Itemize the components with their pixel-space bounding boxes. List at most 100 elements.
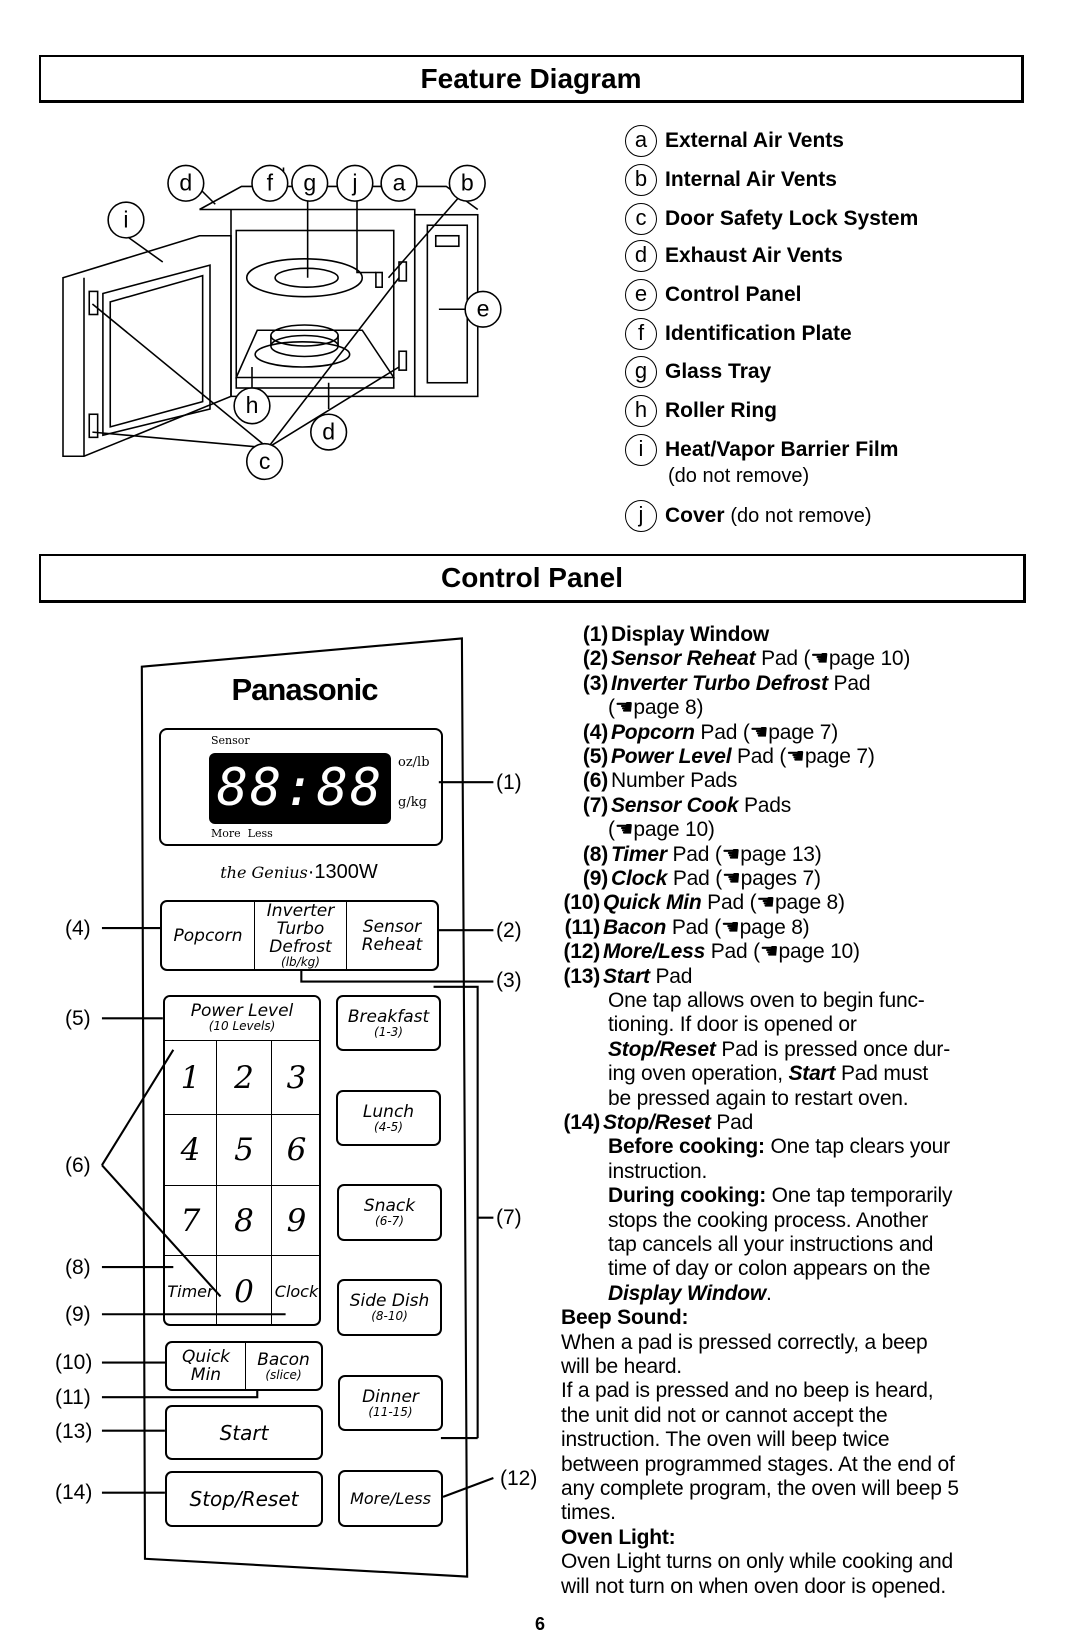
inverter-turbo-defrost-pad[interactable]: Inverter Turbo Defrost (lb/kg)	[255, 902, 347, 969]
breakfast-pad[interactable]: Breakfast (1-3)	[336, 995, 441, 1051]
callout-g: g	[303, 170, 316, 196]
number-pad-group: Power Level (10 Levels) 1 2 3 4 5 6 7 8 9 Timer 0 Cl…	[163, 995, 321, 1326]
number-pad-9[interactable]: 9	[272, 1186, 319, 1256]
text-line: Before cooking: One tap clears your	[608, 1135, 950, 1159]
control-panel-header: Control Panel	[39, 554, 1026, 603]
text-line: (☚page 8)	[608, 696, 704, 720]
callout-f: f	[267, 170, 274, 196]
description-item: (11) Bacon Pad (☚page 8)	[564, 915, 810, 939]
text-line: the unit did not or cannot accept the	[561, 1403, 888, 1427]
callout-c: c	[259, 448, 271, 474]
text-line: tap cancels all your instructions and	[608, 1233, 934, 1256]
timer-pad[interactable]: Timer	[165, 1256, 217, 1324]
legend-item: b Internal Air Vents	[625, 164, 837, 196]
stop-reset-pad[interactable]: Stop/Reset	[165, 1471, 323, 1527]
callout-j: j	[351, 170, 357, 196]
lunch-pad[interactable]: Lunch (4-5)	[336, 1090, 441, 1146]
callout-1: (1)	[496, 771, 522, 794]
callout-14: (14)	[55, 1481, 93, 1504]
legend-note: (do not remove)	[668, 465, 810, 487]
callout-9: (9)	[65, 1303, 91, 1326]
callout-e: e	[477, 296, 490, 322]
oven-light-heading: Oven Light:	[561, 1525, 676, 1549]
callout-d-bottom: d	[322, 418, 335, 444]
number-pad-1[interactable]: 1	[165, 1041, 217, 1115]
text-line: When a pad is pressed correctly, a beep	[561, 1330, 928, 1354]
number-pad-6[interactable]: 6	[272, 1115, 319, 1186]
text-line: (☚page 10)	[608, 818, 715, 842]
text-line: One tap allows oven to begin func-	[608, 989, 925, 1012]
feature-diagram-header: Feature Diagram	[39, 55, 1024, 103]
number-pad-4[interactable]: 4	[165, 1115, 217, 1186]
number-pad-5[interactable]: 5	[217, 1115, 272, 1186]
sensor-reheat-pad[interactable]: Sensor Reheat	[347, 902, 437, 969]
side-dish-pad[interactable]: Side Dish (8-10)	[337, 1279, 442, 1336]
text-line: stops the cooking process. Another	[608, 1208, 929, 1232]
number-pad-2[interactable]: 2	[217, 1041, 272, 1115]
legend-item: h Roller Ring	[625, 395, 777, 427]
snack-pad[interactable]: Snack (6-7)	[337, 1184, 442, 1241]
callout-7: (7)	[496, 1206, 522, 1229]
text-line: Stop/Reset Pad is pressed once dur-	[608, 1037, 950, 1061]
top-pad-group: Popcorn Inverter Turbo Defrost (lb/kg) Se…	[160, 900, 439, 971]
callout-i: i	[123, 206, 128, 232]
callout-13: (13)	[55, 1420, 93, 1443]
power-level-pad[interactable]: Power Level (10 Levels)	[165, 997, 319, 1041]
legend-item: c Door Safety Lock System	[625, 203, 918, 235]
legend-item: i Heat/Vapor Barrier Film	[625, 434, 898, 466]
number-pad-3[interactable]: 3	[272, 1041, 319, 1115]
description-item: (3) Inverter Turbo Defrost Pad	[582, 671, 871, 695]
text-line: will not turn on when oven door is opene…	[561, 1574, 947, 1598]
callout-3: (3)	[496, 969, 522, 992]
text-line: time of day or colon appears on the	[608, 1257, 931, 1281]
callout-11: (11)	[55, 1386, 91, 1409]
microwave-diagram: d f g j a b i e h d c	[62, 164, 502, 481]
legend-item: d Exhaust Air Vents	[625, 240, 843, 272]
description-item: (7) Sensor Cook Pads	[582, 793, 792, 817]
callout-12: (12)	[500, 1467, 538, 1490]
callout-b: b	[461, 170, 474, 196]
more-less-indicator: More Less	[211, 827, 273, 840]
text-line: ing oven operation, Start Pad must	[608, 1062, 929, 1086]
description-item: (6) Number Pads	[582, 769, 738, 793]
lcd-digits: 88:88	[209, 753, 391, 824]
callout-4: (4)	[65, 917, 91, 940]
description-item: (12) More/Less Pad (☚page 10)	[563, 940, 860, 964]
number-pad-0[interactable]: 0	[217, 1256, 272, 1324]
description-item: (13) Start Pad	[563, 964, 693, 988]
start-pad[interactable]: Start	[165, 1405, 323, 1460]
description-item: (5) Power Level Pad (☚page 7)	[582, 745, 875, 768]
clock-pad[interactable]: Clock	[272, 1256, 319, 1324]
callout-2: (2)	[496, 919, 522, 942]
popcorn-pad[interactable]: Popcorn	[162, 902, 255, 969]
legend-item: f Identification Plate	[625, 318, 852, 350]
description-item: (9) Clock Pad (☚pages 7)	[582, 867, 821, 890]
number-pad-8[interactable]: 8	[217, 1186, 272, 1256]
text-line: between programmed stages. At the end of	[561, 1452, 955, 1476]
text-line: instruction.	[608, 1159, 708, 1183]
display-window: Sensor 88:88 oz/lb g/kg More Less	[159, 728, 443, 846]
text-line: During cooking: One tap temporarily	[608, 1184, 953, 1208]
description-item: (4) Popcorn Pad (☚page 7)	[582, 720, 839, 744]
legend-item: a External Air Vents	[625, 125, 844, 157]
callout-10: (10)	[55, 1351, 93, 1374]
callout-h: h	[246, 392, 259, 418]
manual-page: Feature Diagram d f g j a b i e h d c aE…	[0, 0, 1080, 1648]
dinner-pad[interactable]: Dinner (11-15)	[338, 1375, 443, 1431]
description-item: (8) Timer Pad (☚page 13)	[582, 842, 822, 866]
text-line: tioning. If door is opened or	[608, 1013, 857, 1037]
text-line: instruction. The oven will beep twice	[561, 1428, 890, 1452]
quick-min-pad[interactable]: Quick Min	[167, 1343, 246, 1389]
text-line: times.	[561, 1501, 616, 1525]
bacon-pad[interactable]: Bacon (slice)	[246, 1351, 321, 1382]
text-line: Oven Light turns on only while cooking a…	[561, 1550, 954, 1574]
text-line: If a pad is pressed and no beep is heard…	[561, 1379, 934, 1403]
beep-sound-heading: Beep Sound:	[561, 1306, 689, 1330]
callout-a: a	[393, 170, 406, 196]
description-item: (10) Quick Min Pad (☚page 8)	[563, 891, 845, 915]
more-less-pad[interactable]: More/Less	[338, 1470, 443, 1527]
legend-item: g Glass Tray	[625, 356, 771, 388]
number-pad-7[interactable]: 7	[165, 1186, 217, 1256]
text-line: any complete program, the oven will beep…	[561, 1477, 959, 1500]
brand-logo: Panasonic	[231, 672, 378, 707]
